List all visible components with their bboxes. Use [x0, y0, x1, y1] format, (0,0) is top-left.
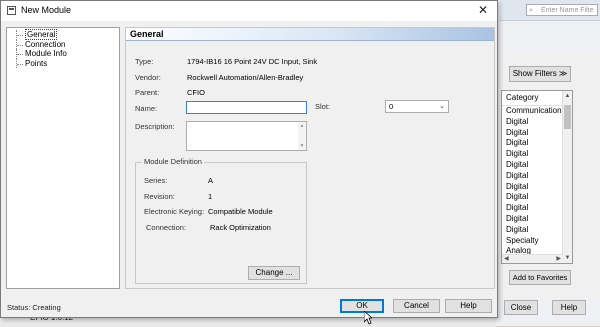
- tree-item-label: General: [25, 29, 58, 40]
- category-tree: General Connection Module Info Points: [6, 27, 120, 289]
- status-text: Status: Creating: [7, 303, 61, 312]
- name-label: Name:: [135, 104, 158, 113]
- connection-label: Connection:: [146, 223, 187, 232]
- electronic-keying-value: Compatible Module: [208, 207, 273, 216]
- new-module-dialog: New Module ✕ General Connection Module I…: [0, 0, 498, 318]
- chevron-down-icon: ⌄: [439, 103, 445, 110]
- ok-button[interactable]: OK: [340, 299, 384, 313]
- mouse-cursor-icon: [364, 311, 372, 325]
- tree-item-module-info[interactable]: Module Info: [7, 49, 119, 59]
- series-value: A: [208, 176, 214, 185]
- scroll-down-icon[interactable]: ▼: [563, 255, 572, 261]
- close-icon[interactable]: ✕: [473, 2, 493, 19]
- revision-value: 1: [208, 192, 213, 201]
- background-close-button[interactable]: Close: [504, 300, 538, 315]
- description-label: Description:: [135, 122, 175, 131]
- change-button[interactable]: Change ...: [248, 266, 300, 280]
- module-definition-legend: Module Definition: [142, 157, 204, 166]
- dialog-titlebar[interactable]: New Module ✕: [1, 1, 497, 21]
- description-scrollbar[interactable]: ▲ ▼: [298, 122, 306, 150]
- slot-value: 0: [389, 102, 394, 111]
- revision-label: Revision:: [144, 192, 175, 201]
- tree-item-connection[interactable]: Connection: [7, 39, 119, 50]
- tree-item-points[interactable]: Points: [7, 58, 119, 69]
- connection-value: Rack Optimization: [210, 223, 271, 232]
- name-filter-placeholder: Enter Name Filte: [541, 7, 594, 14]
- scroll-up-icon[interactable]: ▲: [298, 123, 306, 129]
- category-list[interactable]: Category Communication Digital Digital D…: [501, 90, 573, 264]
- scroll-up-icon[interactable]: ▲: [563, 93, 572, 99]
- scroll-thumb[interactable]: [564, 105, 571, 129]
- slot-label: Slot:: [315, 102, 331, 111]
- scroll-left-icon[interactable]: ◀: [504, 255, 509, 262]
- vendor-label: Vendor:: [135, 73, 161, 82]
- scroll-right-icon[interactable]: ▶: [556, 255, 561, 262]
- parent-label: Parent:: [135, 88, 160, 97]
- dialog-title: New Module: [21, 5, 72, 15]
- electronic-keying-label: Electronic Keying:: [144, 207, 205, 216]
- cancel-button[interactable]: Cancel: [393, 299, 440, 313]
- tree-item-general[interactable]: General: [7, 29, 119, 40]
- show-filters-button[interactable]: Show Filters ≫: [509, 66, 571, 82]
- category-horizontal-scrollbar[interactable]: ◀ ▶: [502, 254, 563, 263]
- search-icon: ⌕: [529, 7, 533, 14]
- general-page: General Type: 1794-IB16 16 Point 24V DC …: [125, 27, 495, 289]
- category-vertical-scrollbar[interactable]: ▲ ▼: [562, 91, 572, 263]
- description-textarea[interactable]: ▲ ▼: [186, 121, 307, 151]
- vendor-value: Rockwell Automation/Allen-Bradley: [187, 73, 304, 82]
- name-filter-input[interactable]: ⌕ Enter Name Filte: [526, 4, 598, 16]
- parent-value: CFIO: [187, 88, 205, 97]
- help-button[interactable]: Help: [445, 299, 492, 313]
- slot-select[interactable]: 0 ⌄: [385, 100, 449, 113]
- section-title: General: [126, 28, 494, 41]
- type-value: 1794-IB16 16 Point 24V DC Input, Sink: [187, 57, 318, 66]
- add-to-favorites-button[interactable]: Add to Favorites: [509, 270, 571, 285]
- series-label: Series:: [144, 176, 168, 185]
- background-help-button[interactable]: Help: [552, 300, 586, 315]
- name-input[interactable]: [186, 101, 307, 114]
- window-icon: [7, 6, 16, 15]
- type-label: Type:: [135, 57, 154, 66]
- module-definition-group: Module Definition Series: A Revision: 1 …: [135, 157, 307, 284]
- scroll-down-icon[interactable]: ▼: [298, 143, 306, 149]
